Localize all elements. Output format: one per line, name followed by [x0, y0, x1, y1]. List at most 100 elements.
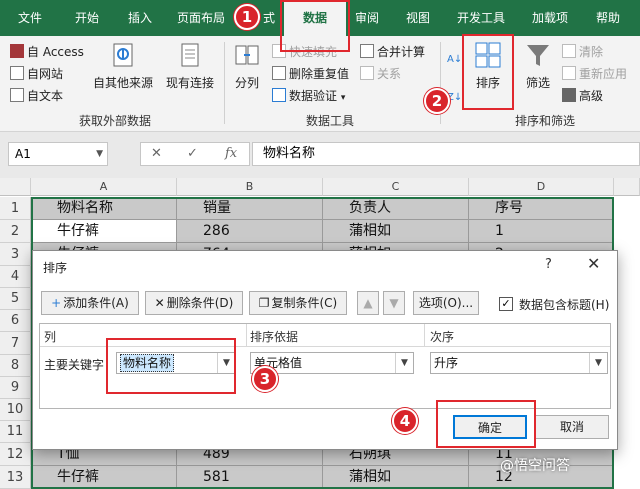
tab-home[interactable]: 开始: [62, 0, 112, 36]
text-to-columns-button[interactable]: 分列: [228, 40, 266, 91]
row-header[interactable]: 10: [0, 399, 31, 421]
cell-c1[interactable]: 负责人: [323, 197, 469, 220]
row-header[interactable]: 6: [0, 310, 31, 332]
group-label-sort-filter: 排序和筛选: [514, 114, 575, 128]
row-header[interactable]: 9: [0, 377, 31, 399]
help-icon[interactable]: ?: [545, 257, 552, 272]
formula-controls: ✕ ✓ fx: [140, 142, 250, 166]
copy-condition-button[interactable]: ❐ 复制条件(C): [249, 291, 347, 315]
tab-review[interactable]: 审阅: [348, 0, 386, 36]
confirm-icon[interactable]: ✓: [187, 146, 198, 161]
consolidate-button[interactable]: 合并计算: [360, 42, 425, 62]
tab-view[interactable]: 视图: [396, 0, 440, 36]
chevron-down-icon: ▼: [96, 149, 103, 159]
column-header-e[interactable]: [614, 178, 640, 196]
tab-insert[interactable]: 插入: [118, 0, 162, 36]
row-header[interactable]: 13: [0, 466, 31, 489]
column-header-b[interactable]: B: [177, 178, 323, 196]
from-access-button[interactable]: 自 Access: [10, 42, 84, 62]
remove-duplicates-button[interactable]: 删除重复值: [272, 64, 349, 84]
column-header-d[interactable]: D: [469, 178, 614, 196]
has-header-label: 数据包含标题(H): [519, 298, 610, 312]
consolidate-icon: [360, 44, 374, 58]
move-up-button[interactable]: ▲: [357, 291, 379, 315]
cancel-icon[interactable]: ✕: [151, 146, 162, 161]
reapply-button[interactable]: 重新应用: [562, 64, 627, 84]
annotation-box-sort: [462, 34, 514, 110]
options-button[interactable]: 选项(O)...: [413, 291, 479, 315]
from-text-button[interactable]: 自文本: [10, 86, 63, 106]
step-badge-3: 3: [252, 366, 278, 392]
column-header-a[interactable]: A: [31, 178, 177, 196]
tab-formulas[interactable]: 式: [258, 0, 280, 36]
row-header[interactable]: 8: [0, 355, 31, 377]
tab-page-layout[interactable]: 页面布局: [168, 0, 234, 36]
clear-filter-button[interactable]: 清除: [562, 42, 603, 62]
cell-a2[interactable]: 牛仔裤: [31, 220, 177, 243]
existing-connections-button[interactable]: 现有连接: [162, 40, 218, 91]
step-badge-4: 4: [392, 408, 418, 434]
cell-a1[interactable]: 物料名称: [31, 197, 177, 220]
select-all-corner[interactable]: [0, 178, 31, 196]
insert-function-icon[interactable]: fx: [225, 146, 237, 161]
primary-key-label: 主要关键字: [44, 358, 105, 372]
advanced-filter-button[interactable]: 高级: [562, 86, 603, 106]
step-badge-2: 2: [424, 88, 450, 114]
name-box[interactable]: A1 ▼: [8, 142, 108, 166]
has-header-checkbox[interactable]: ✓: [499, 297, 513, 311]
cell-b1[interactable]: 销量: [177, 197, 323, 220]
step-badge-1: 1: [234, 4, 260, 30]
row-header[interactable]: 3: [0, 243, 31, 266]
reapply-icon: [562, 66, 576, 80]
relationships-icon: [360, 66, 374, 80]
filter-button[interactable]: 筛选: [520, 40, 556, 91]
cell-b2[interactable]: 286: [177, 220, 323, 243]
add-condition-button[interactable]: + 添加条件(A): [41, 291, 139, 315]
sort-ascending-icon[interactable]: A↓: [447, 50, 462, 70]
row-header[interactable]: 7: [0, 332, 31, 355]
list-divider: [424, 324, 425, 346]
tab-file[interactable]: 文件: [8, 0, 52, 36]
annotation-box-data-tab: [280, 0, 350, 52]
cancel-button[interactable]: 取消: [535, 415, 609, 439]
cell-d2[interactable]: 1: [469, 220, 614, 243]
row-header[interactable]: 12: [0, 443, 31, 466]
list-divider: [246, 324, 247, 346]
close-icon[interactable]: ✕: [587, 254, 600, 273]
data-validation-button[interactable]: 数据验证 ▾: [272, 86, 345, 106]
group-label-data-tools: 数据工具: [305, 114, 354, 128]
row-header[interactable]: 11: [0, 421, 31, 443]
row-header[interactable]: 2: [0, 220, 31, 243]
cell-c13[interactable]: 蒲相如: [323, 466, 469, 489]
delete-condition-button[interactable]: ✕ 删除条件(D): [145, 291, 243, 315]
cell-b13[interactable]: 581: [177, 466, 323, 489]
dialog-title: 排序: [43, 261, 68, 275]
order-select[interactable]: 升序 ▼: [430, 352, 608, 374]
row-header[interactable]: 5: [0, 288, 31, 310]
web-icon: [10, 66, 24, 80]
column-header-label: 列: [44, 330, 57, 344]
sort-on-header-label: 排序依据: [250, 330, 299, 344]
cell-a13[interactable]: 牛仔裤: [31, 466, 177, 489]
filter-funnel-icon: [527, 45, 549, 66]
row-header[interactable]: 1: [0, 197, 31, 220]
from-web-button[interactable]: 自网站: [10, 64, 63, 84]
tab-addins[interactable]: 加载项: [522, 0, 578, 36]
from-other-sources-button[interactable]: 自其他来源: [90, 40, 156, 91]
tab-developer[interactable]: 开发工具: [450, 0, 512, 36]
order-header-label: 次序: [430, 330, 455, 344]
annotation-box-column: [106, 338, 236, 394]
cell-c2[interactable]: 蒲相如: [323, 220, 469, 243]
split-columns-icon: [235, 45, 259, 65]
tab-help[interactable]: 帮助: [586, 0, 630, 36]
relationships-button[interactable]: 关系: [360, 64, 401, 84]
cell-d1[interactable]: 序号: [469, 197, 614, 220]
group-separator: [224, 42, 225, 124]
move-down-button[interactable]: ▼: [383, 291, 405, 315]
data-validation-icon: [272, 88, 286, 102]
column-header-c[interactable]: C: [323, 178, 469, 196]
row-header[interactable]: 4: [0, 266, 31, 288]
formula-input[interactable]: 物料名称: [252, 142, 640, 166]
advanced-filter-icon: [562, 88, 576, 102]
watermark-text: @悟空问答: [500, 458, 570, 474]
